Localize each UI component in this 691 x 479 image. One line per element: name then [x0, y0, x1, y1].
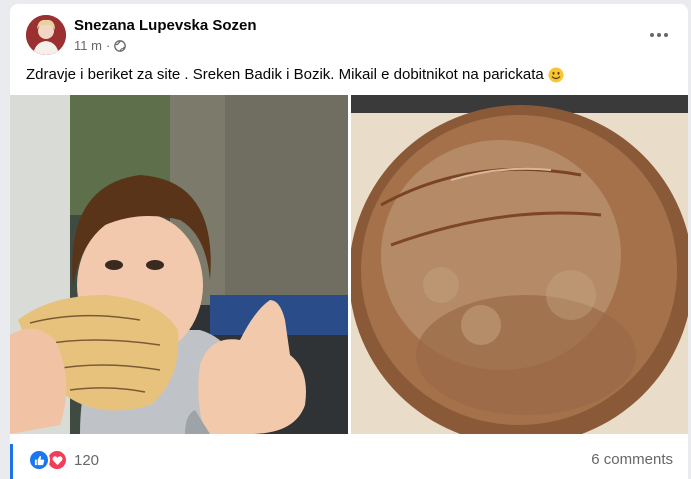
dot-icon [664, 33, 668, 37]
like-icon [28, 449, 50, 471]
photo-boy-image [10, 95, 348, 434]
photo-boy-eating-bread[interactable] [10, 95, 348, 434]
avatar[interactable] [26, 15, 66, 55]
thumbs-up-icon [34, 455, 44, 465]
post-card: Snezana Lupevska Sozen 11 m · Zdravje i … [10, 4, 688, 479]
meta-separator: · [105, 38, 111, 53]
photo-bread-image [351, 95, 688, 434]
photo-grid [10, 95, 688, 434]
post-meta: 11 m · [74, 38, 127, 53]
post-footer: 120 6 comments [10, 434, 688, 479]
photo-bread-loaf[interactable] [351, 95, 688, 434]
more-options-button[interactable] [642, 18, 676, 52]
reaction-count: 120 [74, 451, 100, 469]
avatar-image [26, 15, 66, 55]
post-header: Snezana Lupevska Sozen 11 m · [10, 4, 688, 60]
timestamp[interactable]: 11 m [74, 38, 102, 53]
heart-icon [52, 455, 62, 465]
smiling-face-emoji [548, 67, 564, 82]
post-caption: Zdravje i beriket za site . Sreken Badik… [26, 66, 564, 83]
dot-icon [657, 33, 661, 37]
focus-indicator [10, 444, 13, 479]
author-name[interactable]: Snezana Lupevska Sozen [74, 17, 257, 34]
caption-text: Zdravje i beriket za site . Sreken Badik… [26, 66, 544, 83]
comments-link[interactable]: 6 comments [591, 451, 673, 468]
globe-icon [114, 39, 127, 52]
dot-icon [650, 33, 654, 37]
reactions-summary[interactable]: 120 [28, 449, 99, 471]
